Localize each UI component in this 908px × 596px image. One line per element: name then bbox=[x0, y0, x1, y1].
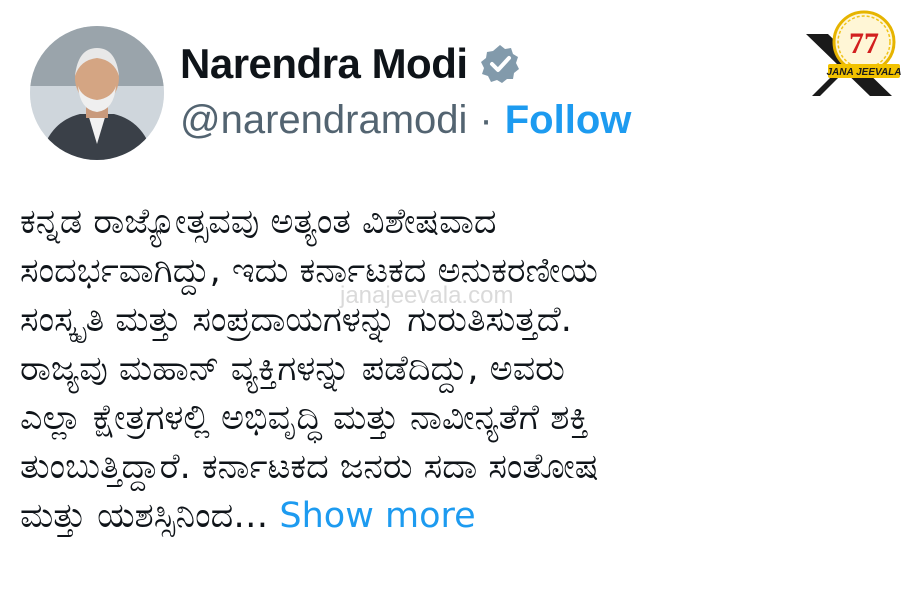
avatar-image bbox=[30, 26, 164, 160]
handle-row: @narendramodi · Follow bbox=[180, 98, 631, 143]
show-more-link[interactable]: Show more bbox=[279, 496, 475, 536]
watermark: janajeevala.com bbox=[340, 282, 514, 309]
follow-button[interactable]: Follow bbox=[505, 98, 632, 143]
name-row: Narendra Modi bbox=[180, 40, 522, 88]
tweet-text: ಕನ್ನಡ ರಾಜ್ಯೋತ್ಸವವು ಅತ್ಯಂತ ವಿಶೇಷವಾದ ಸಂದರ್… bbox=[20, 202, 599, 536]
tweet-body: ಕನ್ನಡ ರಾಜ್ಯೋತ್ಸವವು ಅತ್ಯಂತ ವಿಶೇಷವಾದ ಸಂದರ್… bbox=[20, 198, 900, 541]
display-name[interactable]: Narendra Modi bbox=[180, 40, 468, 88]
profile-avatar[interactable] bbox=[30, 26, 164, 160]
logo-caption: JANA JEEVALA bbox=[826, 67, 901, 78]
jana-jeevala-logo: 77 JANA JEEVALA bbox=[800, 6, 906, 98]
verified-badge-icon bbox=[478, 42, 522, 86]
user-handle[interactable]: @narendramodi bbox=[180, 98, 467, 143]
separator-dot: · bbox=[479, 98, 493, 142]
logo-number: 77 bbox=[849, 27, 879, 60]
